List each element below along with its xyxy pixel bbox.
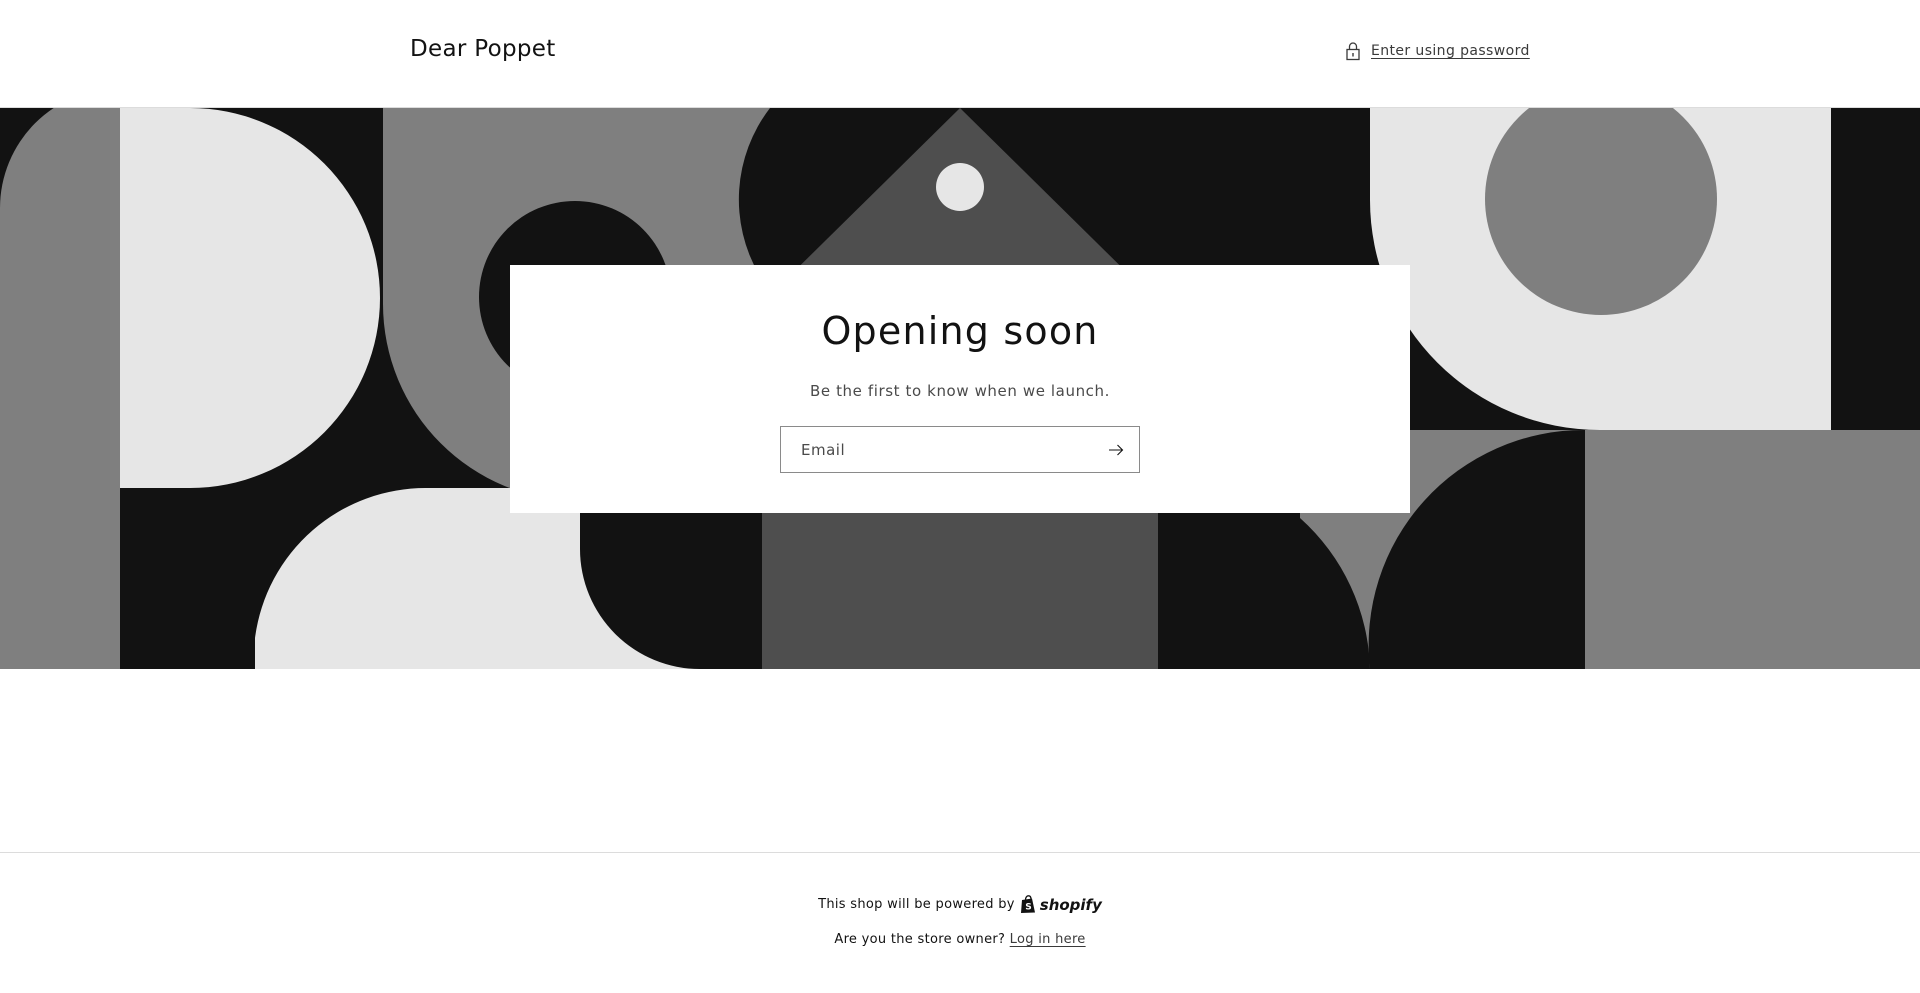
powered-by-text: This shop will be powered by (818, 897, 1015, 912)
shopify-bag-icon: S (1020, 895, 1035, 913)
subscribe-button[interactable] (1093, 427, 1139, 472)
shopify-wordmark: shopify (1039, 895, 1102, 914)
footer-divider (0, 852, 1920, 853)
page-title: Opening soon (821, 309, 1099, 353)
login-link[interactable]: Log in here (1010, 932, 1086, 947)
page-subtitle: Be the first to know when we launch. (809, 382, 1111, 400)
site-header: Dear Poppet Enter using password (0, 0, 1920, 108)
svg-text:S: S (1025, 903, 1032, 913)
banner-shape (762, 513, 1158, 669)
arrow-right-icon (1109, 444, 1124, 455)
banner-shape (936, 163, 984, 211)
store-owner-text: Are you the store owner? (834, 932, 1006, 947)
banner-shape (0, 108, 120, 669)
newsletter-form (780, 426, 1140, 473)
store-name[interactable]: Dear Poppet (410, 36, 556, 62)
shopify-logo-link[interactable]: S shopify (1020, 895, 1102, 914)
banner-shape (1831, 108, 1920, 430)
email-field[interactable] (781, 427, 1081, 472)
opening-soon-card: Opening soon Be the first to know when w… (510, 265, 1410, 513)
lock-icon (1346, 42, 1360, 61)
banner-shape (1585, 430, 1920, 669)
powered-by: This shop will be powered by S shopify (0, 895, 1920, 914)
store-owner-line: Are you the store owner? Log in here (0, 932, 1920, 947)
enter-password-label: Enter using password (1371, 43, 1530, 59)
enter-password-link[interactable]: Enter using password (1344, 41, 1530, 61)
